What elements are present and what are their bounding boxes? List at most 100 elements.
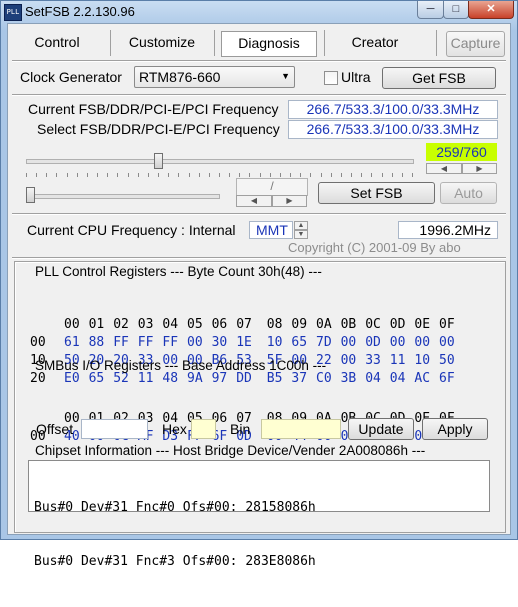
slider-tick (117, 173, 119, 177)
slider-tick (86, 173, 88, 177)
slider-tick (259, 173, 261, 177)
register-byte[interactable]: 1E (236, 334, 252, 352)
register-byte[interactable]: 0D (365, 334, 381, 352)
spin-up-icon[interactable]: ▶ (462, 163, 497, 174)
secondary-readout: / (236, 178, 308, 196)
fsb-readout: 259/760 (426, 143, 497, 161)
spin-down-icon[interactable]: ◀ (236, 195, 272, 207)
current-frequency-value: 266.7/533.3/100.0/33.3MHz (288, 100, 498, 119)
apply-button[interactable]: Apply (422, 418, 488, 440)
slider-tick (371, 173, 373, 177)
get-fsb-button[interactable]: Get FSB (382, 67, 496, 89)
minimize-icon[interactable]: ─ (417, 1, 444, 19)
cpu-source-value: MMT (249, 221, 293, 239)
register-byte[interactable]: 04 (390, 370, 406, 388)
clock-generator-value: RTM876-660 (139, 69, 221, 85)
slider-tick (36, 173, 38, 177)
maximize-icon[interactable]: □ (443, 1, 469, 19)
spin-up-icon[interactable]: ▲ (294, 221, 308, 230)
cpu-frequency-label: Current CPU Frequency : Internal (27, 222, 236, 238)
spin-down-icon[interactable]: ◀ (426, 163, 462, 174)
slider-tick (56, 173, 58, 177)
secondary-slider-track[interactable] (26, 194, 220, 199)
title-bar[interactable]: PLL SetFSB 2.2.130.96 ─ □ ✕ (1, 1, 517, 23)
register-byte[interactable]: 61 (64, 334, 80, 352)
register-column-header: 06 (211, 317, 228, 332)
ultra-label: Ultra (341, 69, 371, 85)
register-byte[interactable]: 04 (365, 370, 381, 388)
chipset-info-line: Bus#0 Dev#31 Fnc#0 Ofs#00: 28158086h (34, 500, 316, 515)
ultra-checkbox[interactable] (324, 71, 338, 85)
register-byte[interactable]: 30 (212, 334, 228, 352)
register-byte[interactable]: 33 (365, 352, 381, 370)
register-byte[interactable]: 88 (89, 334, 105, 352)
clock-generator-select[interactable]: RTM876-660 ▼ (134, 66, 295, 88)
register-column-header: 0B (340, 317, 357, 332)
register-byte[interactable]: 00 (414, 334, 430, 352)
register-byte[interactable]: 3B (341, 370, 357, 388)
slider-tick (239, 173, 241, 177)
update-button[interactable]: Update (348, 418, 414, 440)
register-byte[interactable]: FF (162, 334, 178, 352)
chipset-info-title: Chipset Information --- Host Bridge Devi… (35, 443, 426, 458)
fsb-slider-thumb[interactable] (153, 153, 163, 169)
register-byte[interactable]: AC (414, 370, 430, 388)
slider-tick (351, 173, 353, 177)
register-column-header: 09 (291, 317, 308, 332)
close-icon[interactable]: ✕ (468, 1, 514, 19)
register-byte[interactable]: FF (113, 334, 129, 352)
register-byte[interactable]: 10 (414, 352, 430, 370)
tab-customize[interactable]: Customize (118, 31, 206, 55)
tab-control[interactable]: Control (18, 31, 96, 55)
slider-tick (229, 173, 231, 177)
tab-separator (436, 30, 437, 56)
dropdown-arrow-icon: ▼ (281, 71, 290, 81)
register-byte[interactable]: FF (138, 334, 154, 352)
register-byte[interactable]: 00 (341, 352, 357, 370)
register-byte[interactable]: 7D (316, 334, 332, 352)
spin-down-icon[interactable]: ▼ (294, 230, 308, 239)
register-byte[interactable]: 00 (341, 334, 357, 352)
register-byte[interactable]: 00 (390, 334, 406, 352)
register-column-header: 07 (236, 317, 252, 332)
slider-tick (381, 173, 383, 177)
register-byte[interactable]: 50 (439, 352, 455, 370)
chipset-info-line: Bus#0 Dev#31 Fnc#3 Ofs#00: 283E8086h (34, 554, 316, 569)
fsb-slider-track[interactable] (26, 159, 414, 164)
cpu-frequency-value: 1996.2MHz (398, 221, 498, 239)
tab-diagnosis[interactable]: Diagnosis (221, 31, 317, 57)
slider-tick (178, 173, 180, 177)
register-column-header: 01 (88, 317, 105, 332)
spin-up-icon[interactable]: ▶ (272, 195, 307, 207)
secondary-slider-thumb[interactable] (26, 187, 35, 203)
slider-tick (330, 173, 332, 177)
register-byte[interactable]: 6F (439, 370, 455, 388)
clock-generator-label: Clock Generator (20, 69, 122, 85)
client-area: Control Customize Diagnosis Creator Capt… (7, 23, 511, 569)
register-byte[interactable]: 10 (267, 334, 283, 352)
register-byte[interactable]: 65 (291, 334, 307, 352)
register-row: 00 61 88 FF FF FF 00 30 1E 10 65 7D 00 0D 00 00 00 (30, 334, 455, 352)
register-byte[interactable]: 11 (390, 352, 406, 370)
capture-button[interactable]: Capture (446, 31, 505, 57)
set-fsb-button[interactable]: Set FSB (318, 182, 435, 204)
slider-tick (320, 173, 322, 177)
offset-input[interactable] (81, 419, 148, 439)
register-byte[interactable]: 00 (439, 334, 455, 352)
register-column-header: 0C (365, 317, 381, 332)
setfsb-window: PLL SetFSB 2.2.130.96 ─ □ ✕ Control Cust… (0, 0, 518, 569)
register-byte[interactable]: 00 (187, 334, 203, 352)
slider-tick (208, 173, 210, 177)
slider-tick (107, 173, 109, 177)
tab-creator[interactable]: Creator (331, 31, 419, 55)
hex-input[interactable] (191, 419, 216, 439)
window-title: SetFSB 2.2.130.96 (25, 4, 135, 19)
slider-tick (391, 173, 393, 177)
select-frequency-label: Select FSB/DDR/PCI-E/PCI Frequency (37, 121, 280, 137)
offset-label: Offset (36, 421, 74, 437)
smbus-registers-title: SMBus I/O Registers --- Base Address 1C0… (35, 358, 327, 373)
slider-tick (66, 173, 68, 177)
bin-input[interactable] (261, 419, 341, 439)
register-row-label: 00 (30, 335, 46, 350)
auto-button[interactable]: Auto (440, 182, 497, 204)
